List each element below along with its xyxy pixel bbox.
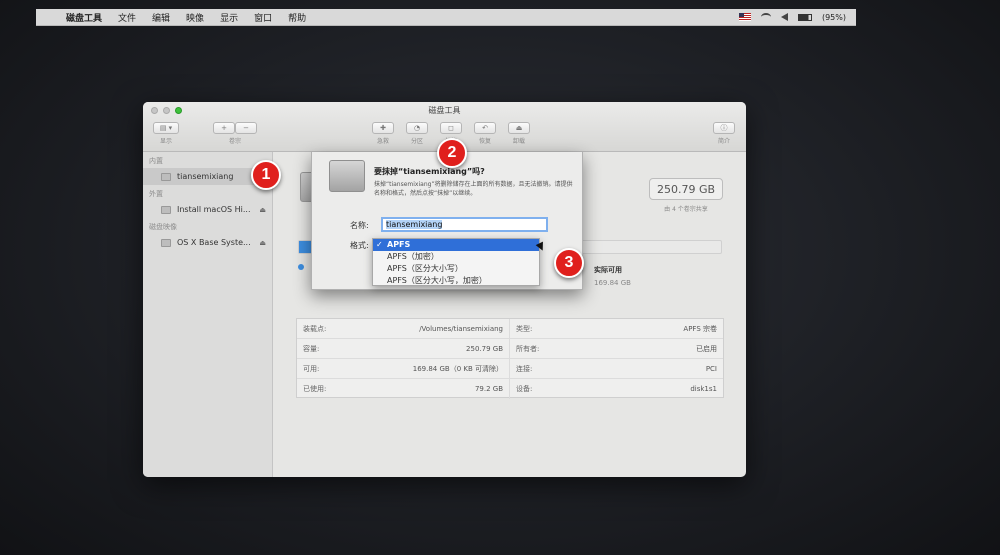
step-marker-1: 1 [251,160,281,190]
available-label: 实际可用 [594,266,622,274]
menu-image[interactable]: 映像 [178,11,212,24]
add-volume-icon[interactable]: + [213,122,235,134]
name-field-value: tiansemixiang [386,220,443,229]
info-value: 79.2 GB [474,385,503,393]
menu-bar: 磁盘工具 文件 编辑 映像 显示 窗口 帮助 (95%) [36,9,856,26]
available-value: 169.84 GB [594,279,631,287]
format-label: 格式: [350,241,369,250]
info-key: 类型: [516,324,533,333]
checkmark-icon: ✓ [376,240,383,249]
stethoscope-icon[interactable]: ✚ [372,122,394,134]
dialog-message: 抹掉“tiansemixiang”将删除储存在上面的所有数据，且无法撤销。请提供… [374,181,573,197]
table-row: 容量: 250.79 GB 所有者: 已启用 [297,339,723,359]
format-option-apfs[interactable]: ✓ APFS [373,239,539,251]
sidebar-item-install-macos[interactable]: Install macOS Hi... ⏏ [143,201,272,218]
toolbar-firstaid[interactable]: ✚ 急救 [372,122,394,145]
info-value: APFS 宗卷 [683,324,717,333]
sidebar-item-label: Install macOS Hi... [177,205,251,214]
used-legend-dot [298,264,304,270]
menu-edit[interactable]: 编辑 [144,11,178,24]
info-value: 已启用 [696,344,717,353]
volume-info-table: 装载点: /Volumes/tiansemixiang 类型: APFS 宗卷 容量… [296,318,724,399]
disk-icon [161,172,171,181]
sidebar-item-os-x-base-system[interactable]: OS X Base Syste... ⏏ [143,234,272,251]
info-value: disk1s1 [690,385,717,393]
info-key: 已使用: [303,385,327,393]
hard-disk-icon [329,160,365,192]
volume-icon[interactable] [780,13,788,21]
window-title: 磁盘工具 [428,106,461,115]
toolbar-info[interactable]: ⓘ 简介 [713,122,735,145]
info-key: 设备: [516,385,533,393]
toolbar-restore[interactable]: ↶ 恢复 [474,122,496,145]
battery-icon[interactable] [797,13,812,21]
restore-icon[interactable]: ↶ [474,122,496,134]
info-key: 装载点: [303,324,327,333]
menu-window[interactable]: 窗口 [246,11,280,24]
battery-percent: (95%) [821,12,846,22]
wifi-icon[interactable] [760,13,771,21]
eject-icon[interactable]: ⏏ [259,239,272,247]
partition-icon[interactable]: ◔ [406,122,428,134]
sidebar-section-disk-images: 磁盘映像 [149,223,177,231]
info-value: PCI [705,364,717,373]
format-option-label: APFS [387,240,411,249]
remove-volume-icon[interactable]: − [235,122,257,134]
eject-icon[interactable]: ⏏ [259,206,272,214]
table-row: 装载点: /Volumes/tiansemixiang 类型: APFS 宗卷 [297,319,723,339]
erase-icon[interactable]: ◻ [440,122,462,134]
menu-help[interactable]: 帮助 [280,11,314,24]
format-option-apfs-case-sensitive-encrypted[interactable]: APFS（区分大小写，加密） [373,275,539,287]
info-value: 250.79 GB [466,344,503,353]
status-area: (95%) [738,12,856,22]
name-field[interactable]: tiansemixiang [381,217,548,232]
format-option-apfs-encrypted[interactable]: APFS（加密） [373,251,539,263]
sidebar: 内置 tiansemixiang 外置 Install macOS Hi... … [143,152,273,477]
format-option-apfs-case-sensitive[interactable]: APFS（区分大小写） [373,263,539,275]
menu-file[interactable]: 文件 [110,11,144,24]
info-value: 169.84 GB（0 KB 可清除） [412,364,503,373]
dialog-title: 要抹掉“tiansemixiang”吗? [374,167,485,176]
format-dropdown-menu[interactable]: ✓ APFS APFS（加密） APFS（区分大小写） APFS（区分大小写，加密… [372,238,540,286]
name-label: 名称: [350,221,369,230]
volume-size-badge: 250.79 GB [649,178,723,200]
sidebar-item-label: OS X Base Syste... [177,238,251,247]
table-row: 已使用: 79.2 GB 设备: disk1s1 [297,379,723,399]
step-marker-2: 2 [437,138,467,168]
info-key: 连接: [516,364,533,373]
toolbar-view[interactable]: ▤ ▾ 显示 [153,122,179,145]
sidebar-section-external: 外置 [149,190,163,198]
toolbar-volume[interactable]: + − 卷宗 [213,122,257,145]
unmount-icon[interactable]: ⏏ [508,122,530,134]
toolbar-unmount[interactable]: ⏏ 卸载 [508,122,530,145]
table-row: 可用: 169.84 GB（0 KB 可清除） 连接: PCI [297,359,723,379]
info-key: 可用: [303,364,320,373]
step-marker-3: 3 [554,248,584,278]
toolbar-partition[interactable]: ◔ 分区 [406,122,428,145]
info-value: /Volumes/tiansemixiang [419,324,503,333]
menu-app[interactable]: 磁盘工具 [58,11,110,24]
menu-view[interactable]: 显示 [212,11,246,24]
disk-icon [161,205,171,214]
info-key: 容量: [303,344,320,353]
available-block: 实际可用 169.84 GB [594,265,631,287]
sidebar-toggle-icon[interactable]: ▤ ▾ [153,122,179,134]
info-icon[interactable]: ⓘ [713,122,735,134]
input-source-flag-icon[interactable] [738,13,751,21]
disk-icon [161,238,171,247]
info-key: 所有者: [516,344,540,353]
volume-shared-note: 由 4 个卷宗共享 [664,206,708,213]
